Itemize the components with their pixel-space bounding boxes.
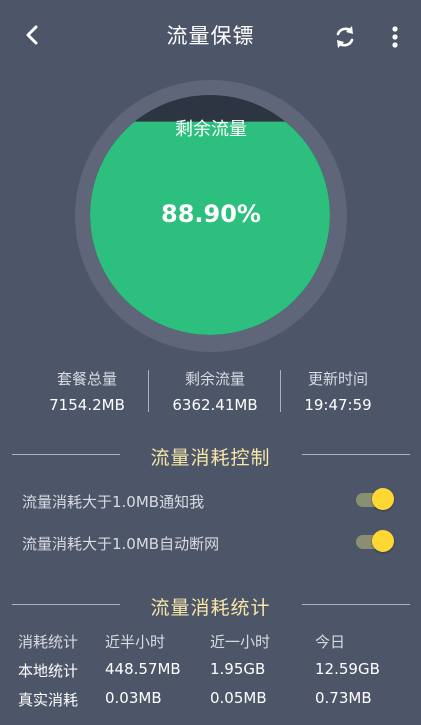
stat-value-update-time: 19:47:59 [304, 396, 372, 414]
gauge-label: 剩余流量 [175, 119, 247, 140]
table-row-label: 本地统计 [18, 662, 79, 680]
table-cell: 1.95GB [210, 660, 266, 678]
section-title-control: 流量消耗控制 [150, 447, 271, 469]
section-divider [302, 604, 410, 605]
table-header-cell: 近半小时 [105, 633, 166, 651]
notify-toggle[interactable] [356, 487, 396, 511]
table-cell: 12.59GB [315, 660, 380, 678]
table-header-cell: 近一小时 [210, 633, 271, 651]
table-header-cell: 今日 [315, 633, 346, 651]
stat-label-package-total: 套餐总量 [56, 370, 117, 388]
toggle-knob [372, 488, 394, 510]
table-cell: 0.03MB [105, 689, 162, 707]
table-cell: 0.73MB [315, 689, 372, 707]
stat-value-package-total: 7154.2MB [49, 396, 125, 414]
more-button[interactable] [384, 22, 406, 52]
stat-value-remaining: 6362.41MB [172, 396, 258, 414]
refresh-button[interactable] [330, 22, 360, 52]
toggle-label-notify: 流量消耗大于1.0MB通知我 [22, 493, 205, 511]
table-row-label: 真实消耗 [18, 691, 79, 709]
stat-label-remaining: 剩余流量 [184, 370, 245, 388]
section-title-statistics: 流量消耗统计 [150, 597, 271, 619]
table-cell: 448.57MB [105, 660, 181, 678]
toggle-label-disconnect: 流量消耗大于1.0MB自动断网 [22, 535, 220, 553]
section-divider [302, 454, 410, 455]
gauge-percent: 88.90% [161, 200, 261, 228]
refresh-icon [336, 26, 354, 48]
table-header-cell: 消耗统计 [18, 633, 79, 651]
disconnect-toggle[interactable] [356, 529, 396, 553]
stat-label-update-time: 更新时间 [307, 370, 368, 388]
toggle-knob [372, 530, 394, 552]
more-vertical-icon [392, 26, 398, 48]
table-cell: 0.05MB [210, 689, 267, 707]
